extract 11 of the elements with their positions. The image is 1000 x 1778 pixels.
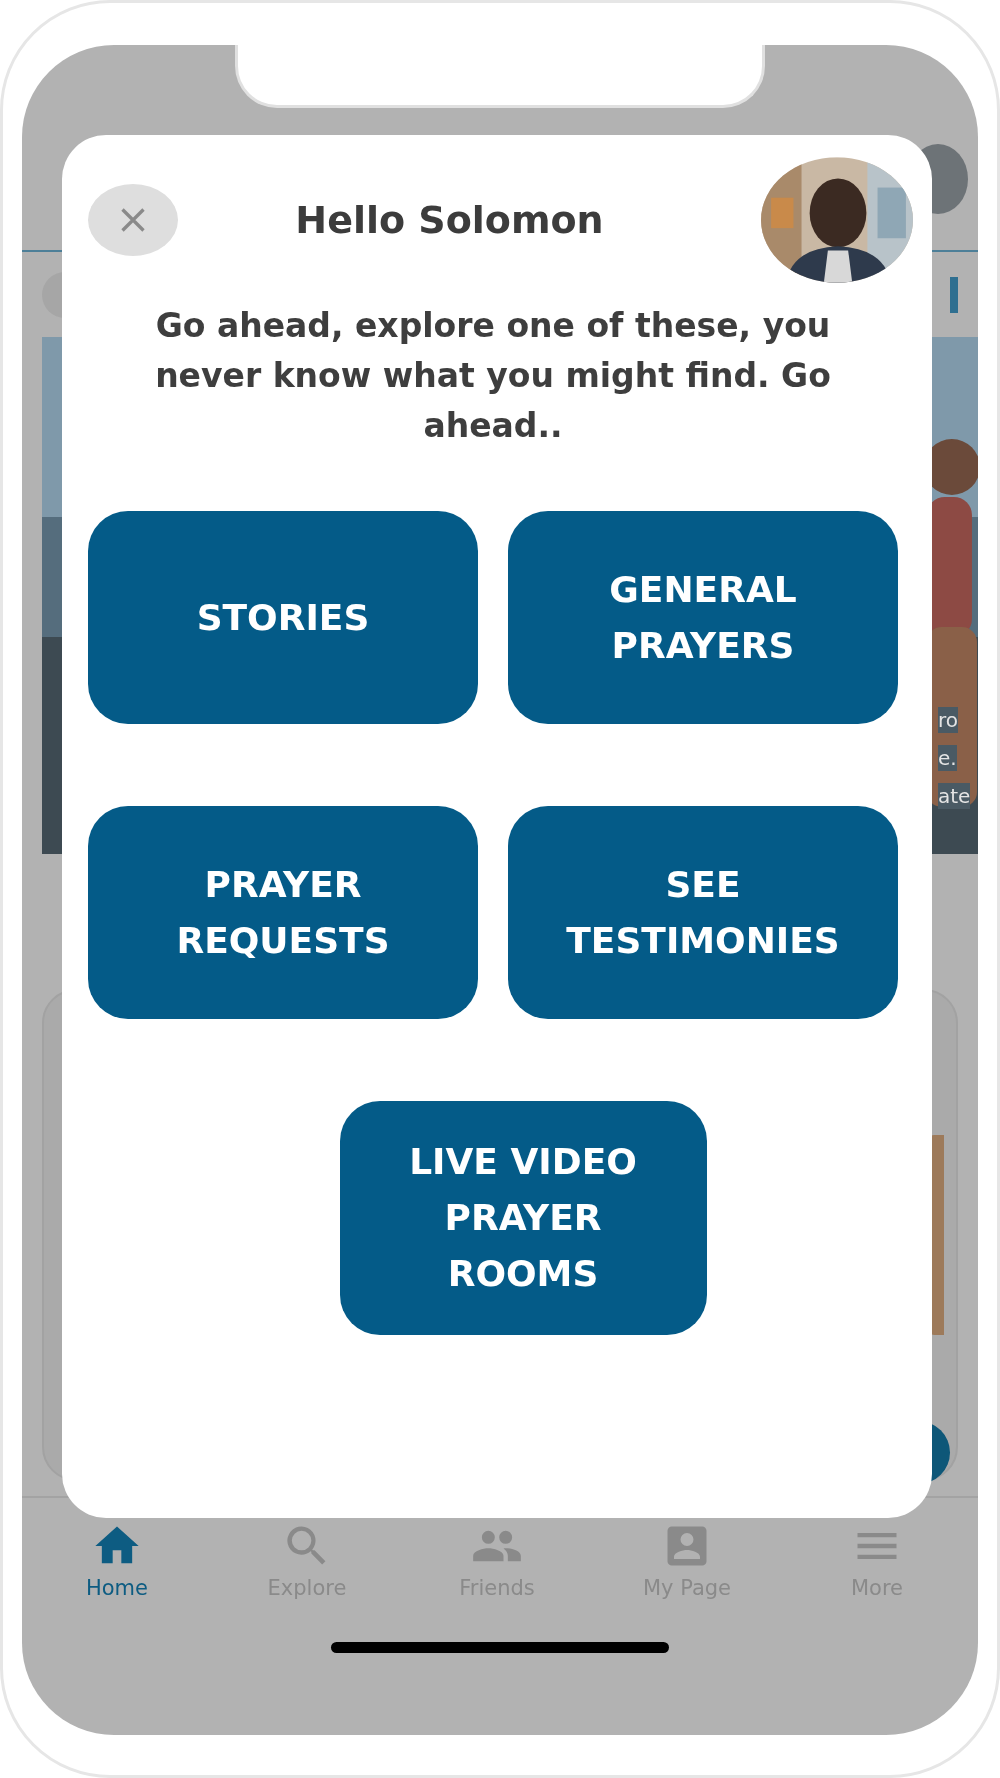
card-text: ate: [938, 783, 971, 809]
option-button[interactable]: SEE TESTIMONIES: [508, 806, 898, 1019]
tab-indicator: [950, 276, 958, 313]
dialog-title: Hello Solomon: [294, 198, 605, 242]
card-text: ro: [938, 707, 959, 733]
option-button[interactable]: LIVE VIDEO PRAYER ROOMS: [339, 1101, 707, 1335]
option-button[interactable]: GENERAL PRAYERS: [508, 511, 898, 724]
option-button[interactable]: PRAYER REQUESTS: [88, 806, 478, 1019]
dialog-message: Go ahead, explore one of these, you never know what you might find. Go ahead..: [154, 305, 832, 447]
card-text: e.: [938, 745, 957, 771]
option-button[interactable]: STORIES: [88, 511, 478, 724]
